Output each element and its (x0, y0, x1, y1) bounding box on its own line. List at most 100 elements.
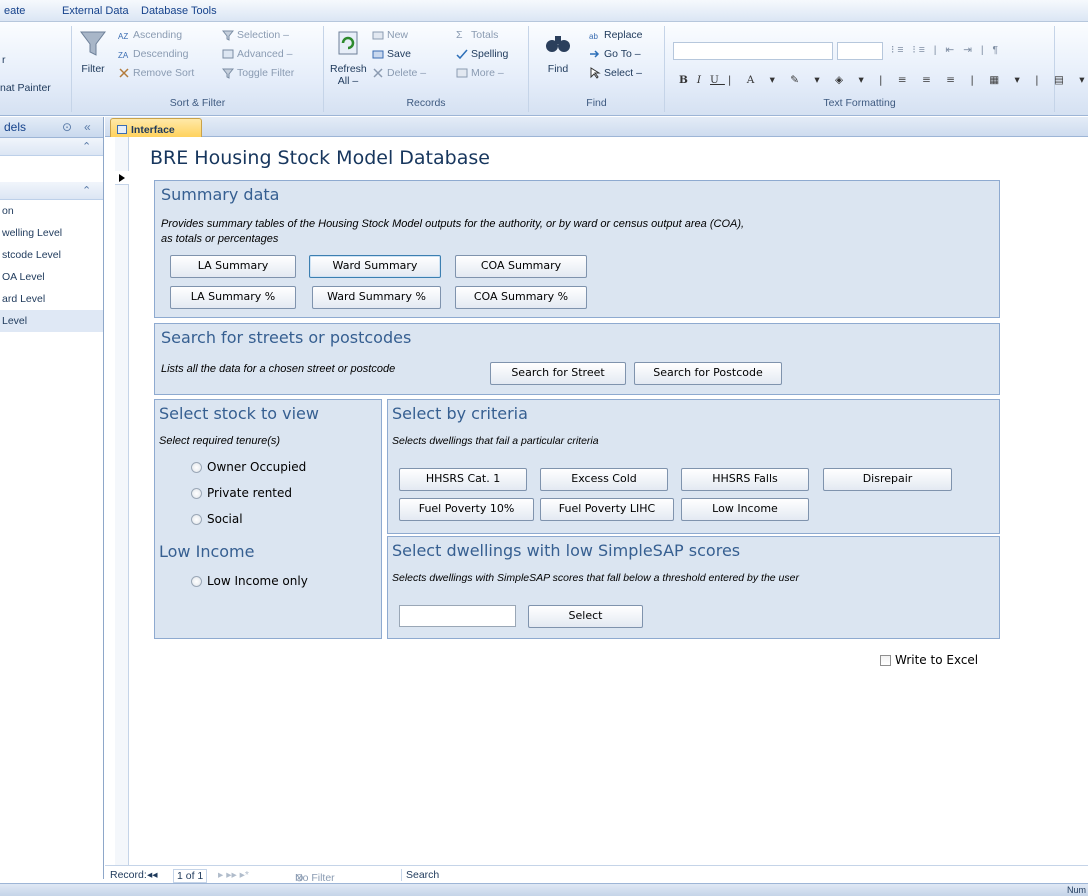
nav-pane-header[interactable]: dels ⊙ « (0, 117, 103, 138)
more-button[interactable]: More – (456, 67, 504, 79)
social-option[interactable]: Social (191, 512, 243, 526)
coa-summary-percent-button[interactable]: COA Summary % (455, 286, 587, 309)
private-rented-option[interactable]: Private rented (191, 486, 292, 500)
write-to-excel-checkbox[interactable] (880, 654, 891, 666)
ascending-label: Ascending (133, 29, 183, 41)
totals-label: Totals (471, 29, 499, 41)
search-street-button[interactable]: Search for Street (490, 362, 626, 385)
hhsrs-cat1-button[interactable]: HHSRS Cat. 1 (399, 468, 527, 491)
format-painter-button[interactable]: nat Painter (0, 82, 51, 94)
totals-button[interactable]: Σ Totals (456, 29, 498, 41)
owner-occupied-label: Owner Occupied (207, 460, 307, 474)
record-search-box[interactable]: Search (401, 869, 481, 881)
write-to-excel-option[interactable]: Write to Excel (880, 653, 978, 667)
criteria-heading: Select by criteria (392, 404, 528, 423)
selection-button[interactable]: Selection – (221, 29, 289, 41)
low-income-button[interactable]: Low Income (681, 498, 809, 521)
search-postcode-button[interactable]: Search for Postcode (634, 362, 782, 385)
la-summary-percent-button[interactable]: LA Summary % (170, 286, 296, 309)
remove-sort-button[interactable]: Remove Sort (118, 67, 194, 79)
nav-group-header-2[interactable]: ⌃ (0, 182, 103, 200)
record-selector[interactable] (115, 137, 129, 879)
font-size-dropdown[interactable] (837, 42, 883, 60)
ward-summary-percent-button[interactable]: Ward Summary % (312, 286, 441, 309)
first-record-icon[interactable]: ◂◂ (147, 869, 158, 881)
descending-button[interactable]: ZA Descending (118, 48, 188, 60)
more-label: More – (471, 67, 504, 79)
font-name-dropdown[interactable] (673, 42, 833, 60)
save-label: Save (387, 48, 411, 60)
disrepair-button[interactable]: Disrepair (823, 468, 952, 491)
simplesap-threshold-input[interactable] (399, 605, 516, 627)
save-button[interactable]: Save (372, 48, 411, 60)
simplesap-select-button[interactable]: Select (528, 605, 643, 628)
text-formatting-group-label: Text Formatting (823, 97, 896, 109)
ribbon: r nat Painter Filter AZ Ascending ZA Des… (0, 22, 1088, 116)
ward-summary-button[interactable]: Ward Summary (309, 255, 441, 278)
social-radio[interactable] (191, 513, 202, 525)
next-record-icon[interactable]: ▸ ▸▸ ▸* (218, 869, 249, 881)
low-income-only-radio[interactable] (191, 575, 202, 587)
collapse-nav-icon[interactable]: « (84, 120, 91, 134)
goto-button[interactable]: Go To – (589, 48, 641, 60)
tab-create[interactable]: eate (4, 5, 25, 17)
record-label: Record: (110, 869, 147, 881)
coa-summary-button[interactable]: COA Summary (455, 255, 587, 278)
tab-database-tools[interactable]: Database Tools (141, 5, 217, 17)
nav-item-1[interactable]: welling Level (0, 222, 103, 244)
record-position-field[interactable]: 1 of 1 (173, 869, 208, 883)
nav-menu-chevron-icon[interactable]: ⊙ (62, 120, 72, 134)
criteria-panel: Select by criteria Selects dwellings tha… (387, 399, 1000, 534)
la-summary-button[interactable]: LA Summary (170, 255, 296, 278)
format-buttons[interactable]: B I U | A ▾ ✎ ▾ ◈ ▾ | ≡ ≡ ≡ | ▦ ▾ | ▤ ▾ (679, 74, 1088, 86)
low-income-heading: Low Income (159, 542, 255, 561)
private-rented-radio[interactable] (191, 487, 202, 499)
excess-cold-button[interactable]: Excess Cold (540, 468, 668, 491)
record-selector-arrow[interactable] (115, 171, 129, 185)
spelling-button[interactable]: Spelling (456, 48, 508, 60)
find-button[interactable]: Find (543, 28, 573, 75)
nav-item-5[interactable]: Level (0, 310, 103, 332)
refresh-all-label: All – (337, 75, 359, 87)
hhsrs-falls-button[interactable]: HHSRS Falls (681, 468, 809, 491)
stock-heading: Select stock to view (159, 404, 319, 423)
svg-text:ab: ab (589, 32, 598, 41)
social-label: Social (207, 512, 243, 526)
form-title: BRE Housing Stock Model Database (150, 147, 490, 169)
collapse-group-icon[interactable]: ⌃ (82, 140, 91, 153)
select-menu-button[interactable]: Select – (589, 67, 642, 79)
advanced-label: Advanced – (237, 48, 293, 60)
filter-button[interactable]: Filter (76, 28, 110, 75)
find-label: Find (547, 63, 569, 75)
svg-text:AZ: AZ (118, 32, 128, 41)
new-record-button[interactable]: New (372, 29, 408, 41)
ascending-button[interactable]: AZ Ascending (118, 29, 182, 41)
collapse-group-2-icon[interactable]: ⌃ (82, 184, 91, 197)
selection-label: Selection – (237, 29, 289, 41)
fuel-poverty-10-button[interactable]: Fuel Poverty 10% (399, 498, 534, 521)
nav-item-3[interactable]: OA Level (0, 266, 103, 288)
delete-button[interactable]: Delete – (372, 67, 426, 79)
list-indent-buttons[interactable]: ⁝≡ ⁝≡ | ⇤ ⇥ | ¶ (891, 44, 1001, 56)
summary-desc-line-1: Provides summary tables of the Housing S… (161, 218, 745, 230)
refresh-label: Refresh (330, 63, 367, 75)
nav-item-4[interactable]: ard Level (0, 288, 103, 310)
toggle-filter-button[interactable]: Toggle Filter (221, 67, 294, 79)
advanced-button[interactable]: Advanced – (222, 48, 292, 60)
fuel-poverty-lihc-button[interactable]: Fuel Poverty LIHC (540, 498, 674, 521)
refresh-all-button[interactable]: Refresh All – (330, 28, 367, 87)
paste-partial[interactable]: r (2, 54, 6, 66)
owner-occupied-radio[interactable] (191, 461, 202, 473)
filter-label: Filter (81, 63, 105, 75)
tab-external-data[interactable]: External Data (62, 5, 129, 17)
records-group: Refresh All – New Save Delete – Σ Totals… (324, 26, 529, 112)
nav-pane-title: dels (4, 120, 27, 134)
new-label: New (387, 29, 409, 41)
tab-interface[interactable]: Interface (110, 118, 202, 137)
nav-group-header-1[interactable]: ⌃ (0, 138, 103, 156)
nav-item-2[interactable]: stcode Level (0, 244, 103, 266)
low-income-only-option[interactable]: Low Income only (191, 574, 308, 588)
owner-occupied-option[interactable]: Owner Occupied (191, 460, 306, 474)
nav-item-0[interactable]: on (0, 200, 103, 222)
replace-button[interactable]: ab Replace (589, 29, 643, 41)
